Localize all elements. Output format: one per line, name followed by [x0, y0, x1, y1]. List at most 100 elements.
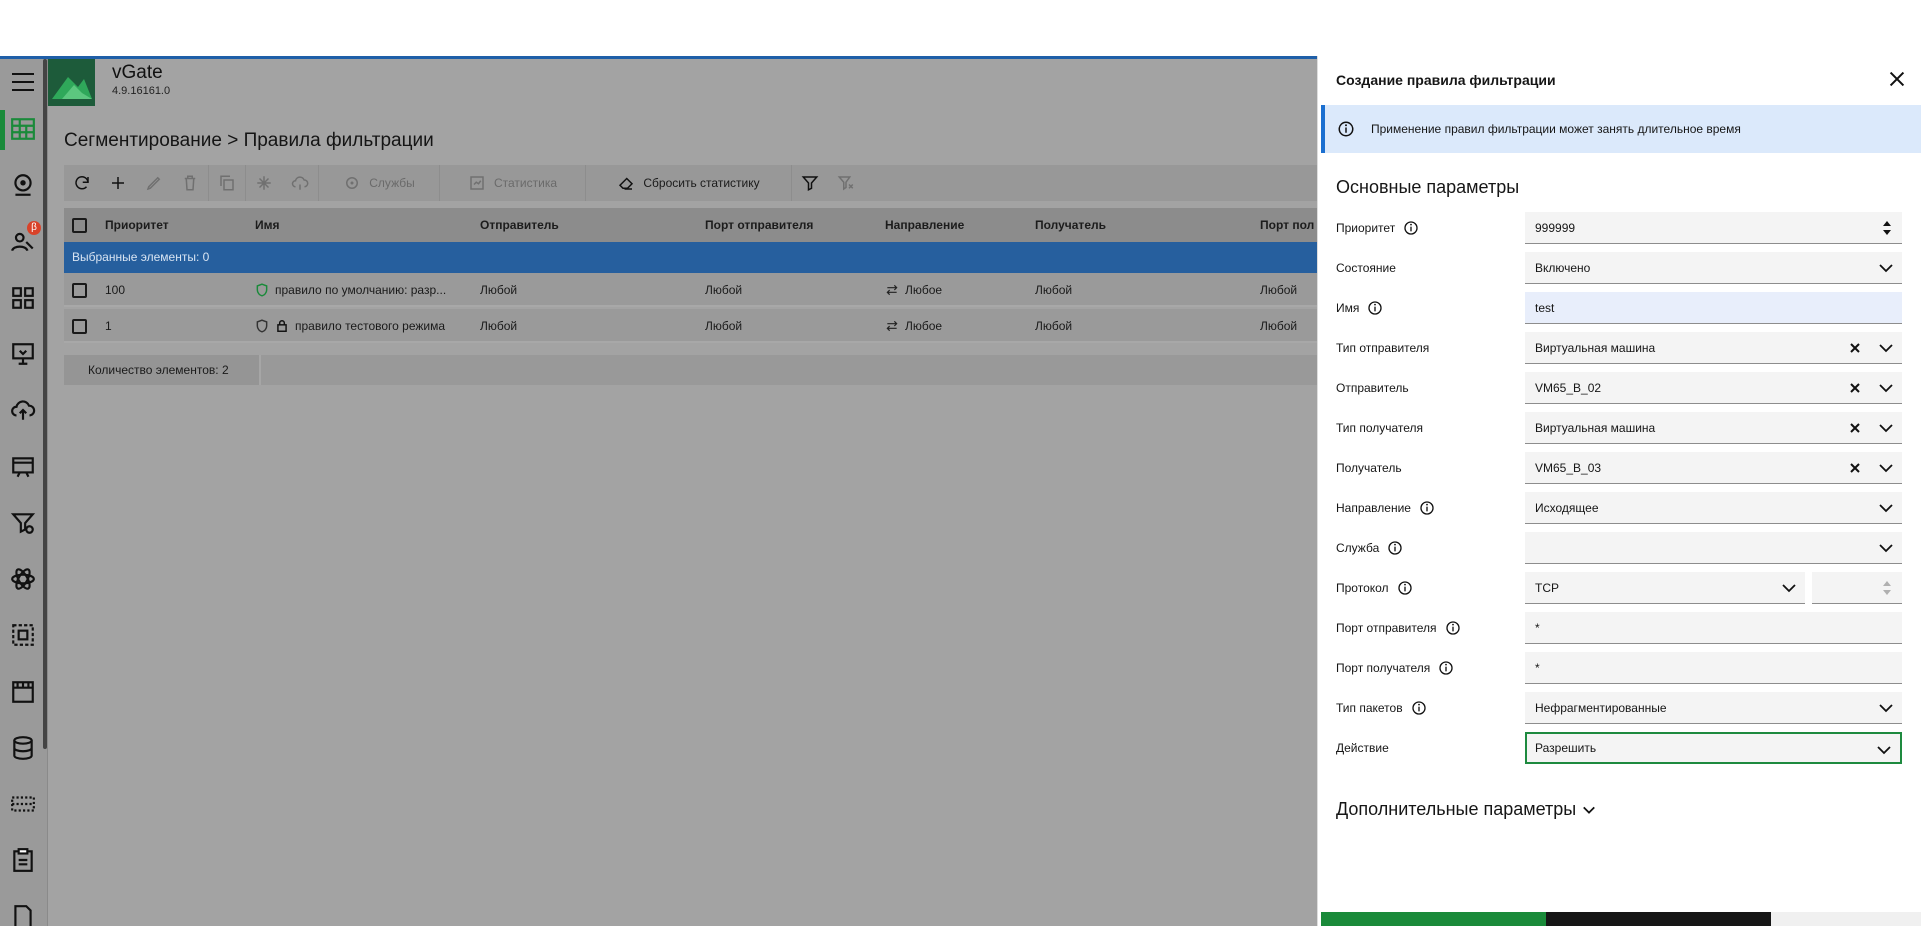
segmentation-icon[interactable] [8, 114, 38, 144]
plus-icon [112, 177, 124, 189]
packet-type-value: Нефрагментированные [1535, 701, 1667, 715]
row-checkbox[interactable] [72, 283, 87, 298]
refresh-button[interactable] [64, 165, 100, 201]
column-header[interactable]: Порт отправителя [705, 208, 813, 242]
shield-icon [256, 283, 268, 297]
database-icon[interactable] [8, 733, 38, 763]
state-select[interactable]: Включено [1525, 252, 1902, 284]
save-button[interactable] [1321, 912, 1546, 926]
receiver-port-input[interactable]: * [1525, 652, 1902, 684]
clear-icon[interactable] [1848, 421, 1862, 435]
clear-icon[interactable] [1848, 461, 1862, 475]
filter-settings-icon[interactable] [8, 508, 38, 538]
protocol-select[interactable]: TCP [1525, 572, 1805, 604]
info-icon[interactable] [1387, 540, 1403, 556]
cell-sender: Любой [480, 319, 518, 333]
direction-value: Исходящее [1535, 501, 1599, 515]
column-header[interactable]: Отправитель [480, 208, 559, 242]
info-icon[interactable] [1403, 220, 1419, 236]
sender-port-label: Порт отправителя [1336, 612, 1461, 644]
copy-button[interactable] [209, 165, 245, 201]
clear-icon[interactable] [1848, 381, 1862, 395]
state-label: Состояние [1336, 261, 1396, 275]
additional-params-toggle[interactable]: Дополнительные параметры [1336, 799, 1596, 820]
info-icon[interactable] [1438, 660, 1454, 676]
filter-button[interactable] [792, 165, 828, 201]
priority-input[interactable]: 999999 [1525, 212, 1902, 244]
menu-icon[interactable] [12, 73, 34, 91]
column-header[interactable]: Порт пол [1260, 208, 1314, 242]
stepper-icon[interactable] [1882, 218, 1892, 238]
column-header[interactable]: Направление [885, 208, 964, 242]
breadcrumb: Сегментирование > Правила фильтрации [64, 130, 434, 151]
document-icon[interactable] [8, 902, 38, 926]
column-header[interactable]: Получатель [1035, 208, 1106, 242]
pencil-icon [146, 176, 161, 191]
add-button[interactable] [100, 165, 136, 201]
dashboard-icon[interactable] [8, 283, 38, 313]
services-button[interactable]: Службы [319, 165, 439, 201]
protocol-row: Протокол TCP [1336, 572, 1916, 604]
clear-icon[interactable] [1848, 341, 1862, 355]
atom-icon[interactable] [8, 564, 38, 594]
action-select[interactable]: Разрешить [1525, 732, 1902, 764]
clipboard-icon[interactable] [8, 845, 38, 875]
info-icon[interactable] [1397, 580, 1413, 596]
row-checkbox[interactable] [72, 319, 87, 334]
receiver-port-value: * [1535, 661, 1540, 675]
cloud-icon [291, 176, 309, 190]
column-header[interactable]: Приоритет [105, 208, 169, 242]
select-all-checkbox[interactable] [72, 218, 87, 233]
reset-statistics-button[interactable]: Сбросить статистику [586, 165, 791, 201]
edit-button[interactable] [136, 165, 172, 201]
name-input[interactable]: test [1525, 292, 1902, 324]
sender-type-select[interactable]: Виртуальная машина [1525, 332, 1902, 364]
cell-name-text: правило по умолчанию: разр... [275, 283, 447, 297]
cell-sender: Любой [480, 283, 518, 297]
sender-port-input[interactable]: * [1525, 612, 1902, 644]
service-select[interactable] [1525, 532, 1902, 564]
secondary-button[interactable] [1771, 912, 1921, 926]
cloud-upload-icon[interactable] [8, 395, 38, 425]
sender-type-value: Виртуальная машина [1535, 341, 1656, 355]
monitor-icon[interactable] [8, 452, 38, 482]
receiver-select[interactable]: VM65_B_03 [1525, 452, 1902, 484]
stepper-icon[interactable] [1882, 578, 1892, 598]
statistics-button[interactable]: Статистика [440, 165, 585, 201]
info-icon[interactable] [1411, 700, 1427, 716]
cancel-button[interactable] [1546, 912, 1771, 926]
cell-receiver-port: Любой [1260, 319, 1298, 333]
table-row[interactable]: 1 правило тестового режима Любой Любой Л… [64, 309, 1317, 343]
close-icon [1889, 71, 1905, 87]
column-header[interactable]: Имя [255, 208, 280, 242]
info-icon[interactable] [1445, 620, 1461, 636]
deploy-button[interactable] [282, 165, 318, 201]
clear-filter-button[interactable] [828, 165, 864, 201]
info-icon[interactable] [1367, 300, 1383, 316]
copy-icon [220, 175, 234, 191]
info-icon[interactable] [1419, 500, 1435, 516]
enable-button[interactable] [246, 165, 282, 201]
barcode-icon[interactable] [8, 789, 38, 819]
direction-select[interactable]: Исходящее [1525, 492, 1902, 524]
close-button[interactable] [1886, 68, 1908, 90]
packet-type-select[interactable]: Нефрагментированные [1525, 692, 1902, 724]
cell-receiver: Любой [1035, 319, 1073, 333]
structure-icon[interactable] [8, 620, 38, 650]
presentation-icon[interactable] [8, 339, 38, 369]
table-row[interactable]: 100 правило по умолчанию: разр... Любой … [64, 273, 1317, 307]
packet-type-row: Тип пакетов Нефрагментированные [1336, 692, 1916, 724]
toolbar: Службы Статистика Сбросить статистику [64, 165, 1317, 201]
network-camera-icon[interactable] [8, 170, 38, 200]
receiver-type-row: Тип получателя Виртуальная машина [1336, 412, 1916, 444]
action-value: Разрешить [1535, 741, 1597, 755]
delete-button[interactable] [172, 165, 208, 201]
film-icon[interactable] [8, 677, 38, 707]
protocol-number-input[interactable] [1812, 572, 1902, 604]
sender-select[interactable]: VM65_B_02 [1525, 372, 1902, 404]
receiver-type-select[interactable]: Виртуальная машина [1525, 412, 1902, 444]
side-nav-scrollbar[interactable] [43, 59, 47, 749]
chevron-down-icon [1879, 544, 1893, 553]
action-label: Действие [1336, 741, 1389, 755]
info-text: Применение правил фильтрации может занят… [1371, 122, 1741, 136]
